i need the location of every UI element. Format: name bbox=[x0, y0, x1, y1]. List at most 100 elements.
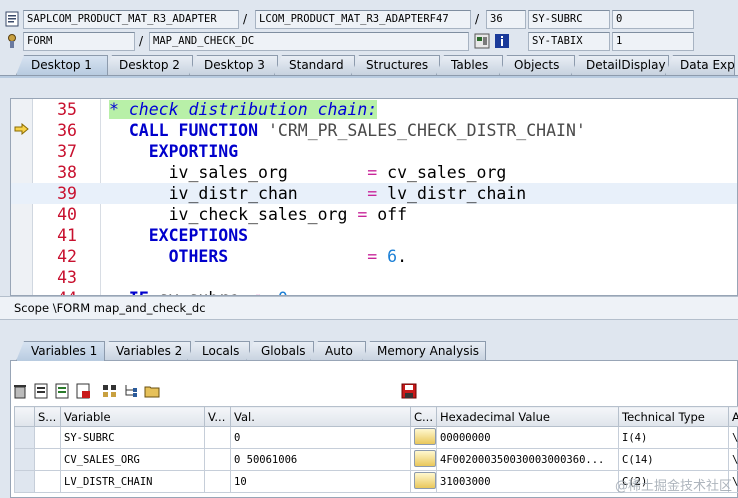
column-header-absolute-type[interactable]: A bbox=[728, 406, 738, 427]
tab-objects[interactable]: Objects bbox=[499, 55, 575, 75]
cell-technical-type: C(14) bbox=[618, 448, 729, 471]
line-number: 36 bbox=[57, 121, 77, 140]
tab-globals[interactable]: Globals bbox=[246, 341, 314, 361]
column-header-s[interactable]: S... bbox=[34, 406, 61, 427]
tab-desktop-2[interactable]: Desktop 2 bbox=[104, 55, 193, 75]
form-name-field: MAP_AND_CHECK_DC bbox=[149, 32, 469, 51]
column-header-change[interactable]: C... bbox=[410, 406, 437, 427]
line-number: 41 bbox=[57, 226, 77, 245]
cell-v bbox=[204, 470, 231, 493]
sysfield-value-1: 0 bbox=[612, 10, 694, 29]
code-line[interactable]: 37 EXPORTING bbox=[11, 141, 737, 162]
tab-desktop-1[interactable]: Desktop 1 bbox=[16, 55, 108, 75]
display-object-icon[interactable] bbox=[474, 33, 490, 49]
cell-variable[interactable]: SY-SUBRC bbox=[60, 426, 205, 449]
line-number-field: 36 bbox=[486, 10, 526, 29]
code-line[interactable]: 40 iv_check_sales_org = off bbox=[11, 204, 737, 225]
tab-tables[interactable]: Tables bbox=[436, 55, 503, 75]
program-icon bbox=[5, 11, 19, 27]
source-editor[interactable]: 35 * check distribution chain: 36 CALL FUN… bbox=[10, 98, 738, 296]
code-line[interactable]: 44 IF sy-subrc <> 0. bbox=[11, 288, 737, 295]
code-text: iv_distr_chan = lv_distr_chain bbox=[109, 184, 527, 203]
edit-pencil-icon[interactable] bbox=[414, 428, 436, 445]
cell-variable[interactable]: CV_SALES_ORG bbox=[60, 448, 205, 471]
line-number: 38 bbox=[57, 163, 77, 182]
expand-icon[interactable] bbox=[102, 383, 118, 399]
cell-value[interactable]: 10 bbox=[230, 470, 411, 493]
tab-memory-analysis[interactable]: Memory Analysis bbox=[362, 341, 486, 361]
cell-v bbox=[204, 448, 231, 471]
row-selector[interactable] bbox=[14, 470, 35, 493]
cell-status bbox=[34, 470, 61, 493]
column-header-hex[interactable]: Hexadecimal Value bbox=[436, 406, 619, 427]
tab-auto[interactable]: Auto bbox=[310, 341, 366, 361]
line-number: 39 bbox=[57, 184, 77, 203]
tab-standard[interactable]: Standard bbox=[274, 55, 355, 75]
tab-data-explorer[interactable]: Data Explo bbox=[665, 55, 735, 75]
table-row[interactable]: CV_SALES_ORG 0 50061006 4F00200035003000… bbox=[14, 448, 738, 471]
column-header-technical-type[interactable]: Technical Type bbox=[618, 406, 729, 427]
cell-change bbox=[410, 470, 437, 493]
code-line[interactable]: 36 CALL FUNCTION 'CRM_PR_SALES_CHECK_DIS… bbox=[11, 120, 737, 141]
hierarchy-icon[interactable] bbox=[123, 383, 139, 399]
select-all-icon[interactable] bbox=[33, 383, 49, 399]
tab-locals[interactable]: Locals bbox=[187, 341, 250, 361]
line-number: 44 bbox=[39, 288, 77, 295]
line-number: 35 bbox=[57, 100, 77, 119]
edit-pencil-icon[interactable] bbox=[414, 450, 436, 467]
grid-header-row: S... Variable V... Val. C... Hexadecimal… bbox=[14, 406, 738, 427]
code-line[interactable]: 42 OTHERS = 6. bbox=[11, 246, 737, 267]
form-icon bbox=[8, 34, 16, 48]
column-header-selector[interactable] bbox=[14, 406, 35, 427]
sysfield-name-1: SY-SUBRC bbox=[528, 10, 610, 29]
delete-icon[interactable] bbox=[12, 383, 28, 399]
tab-variables-1[interactable]: Variables 1 bbox=[16, 341, 105, 361]
include-field: LCOM_PRODUCT_MAT_R3_ADAPTERF47 bbox=[255, 10, 471, 29]
code-text: EXPORTING bbox=[148, 142, 239, 161]
code-line[interactable]: 38 iv_sales_org = cv_sales_org bbox=[11, 162, 737, 183]
column-header-variable[interactable]: Variable bbox=[60, 406, 205, 427]
separator: / bbox=[139, 34, 144, 48]
cell-value[interactable]: 0 bbox=[230, 426, 411, 449]
line-number: 43 bbox=[57, 268, 77, 287]
code-line[interactable]: 43 bbox=[11, 267, 737, 288]
edit-pencil-icon[interactable] bbox=[414, 472, 436, 489]
tab-detail-display[interactable]: DetailDisplay bbox=[571, 55, 669, 75]
code-text: EXCEPTIONS bbox=[148, 226, 249, 245]
line-number: 42 bbox=[57, 247, 77, 266]
cell-absolute-type: \T bbox=[728, 426, 738, 449]
folder-icon[interactable] bbox=[144, 383, 160, 399]
tab-desktop-3[interactable]: Desktop 3 bbox=[189, 55, 278, 75]
tab-structures[interactable]: Structures bbox=[351, 55, 440, 75]
variable-tabs: Variables 1 Variables 2 Locals Globals A… bbox=[16, 341, 486, 361]
cell-variable[interactable]: LV_DISTR_CHAIN bbox=[60, 470, 205, 493]
code-line[interactable]: 41 EXCEPTIONS bbox=[11, 225, 737, 246]
column-header-value[interactable]: Val. bbox=[230, 406, 411, 427]
code-text: IF sy-subrc <> 0. bbox=[109, 288, 298, 295]
watermark: @稀土掘金技术社区 bbox=[614, 479, 732, 494]
cell-hex: 4F002000350030003000360... bbox=[436, 448, 619, 471]
column-header-v[interactable]: V... bbox=[204, 406, 231, 427]
info-row-program: SAPLCOM_PRODUCT_MAT_R3_ADAPTER / LCOM_PR… bbox=[0, 9, 738, 29]
cell-hex: 00000000 bbox=[436, 426, 619, 449]
info-row-form: FORM / MAP_AND_CHECK_DC SY-TABIX 1 bbox=[0, 31, 738, 51]
sysfield-name-2: SY-TABIX bbox=[528, 32, 610, 51]
deselect-icon[interactable] bbox=[75, 383, 91, 399]
row-selector[interactable] bbox=[14, 426, 35, 449]
details-icon[interactable] bbox=[54, 383, 70, 399]
cell-absolute-type: \T bbox=[728, 448, 738, 471]
row-selector[interactable] bbox=[14, 448, 35, 471]
cell-status bbox=[34, 426, 61, 449]
tab-variables-2[interactable]: Variables 2 bbox=[101, 341, 191, 361]
code-text: * check distribution chain: bbox=[109, 100, 378, 119]
line-number: 37 bbox=[57, 142, 77, 161]
code-line[interactable]: 39 iv_distr_chan = lv_distr_chain bbox=[11, 183, 737, 204]
line-number: 40 bbox=[57, 205, 77, 224]
save-icon[interactable] bbox=[401, 383, 417, 399]
sysfield-value-2: 1 bbox=[612, 32, 694, 51]
code-line[interactable]: 35 * check distribution chain: bbox=[11, 99, 737, 120]
info-icon[interactable] bbox=[494, 33, 510, 49]
table-row[interactable]: SY-SUBRC 0 00000000 I(4) \T bbox=[14, 426, 738, 449]
cell-value[interactable]: 0 50061006 bbox=[230, 448, 411, 471]
cell-v bbox=[204, 426, 231, 449]
